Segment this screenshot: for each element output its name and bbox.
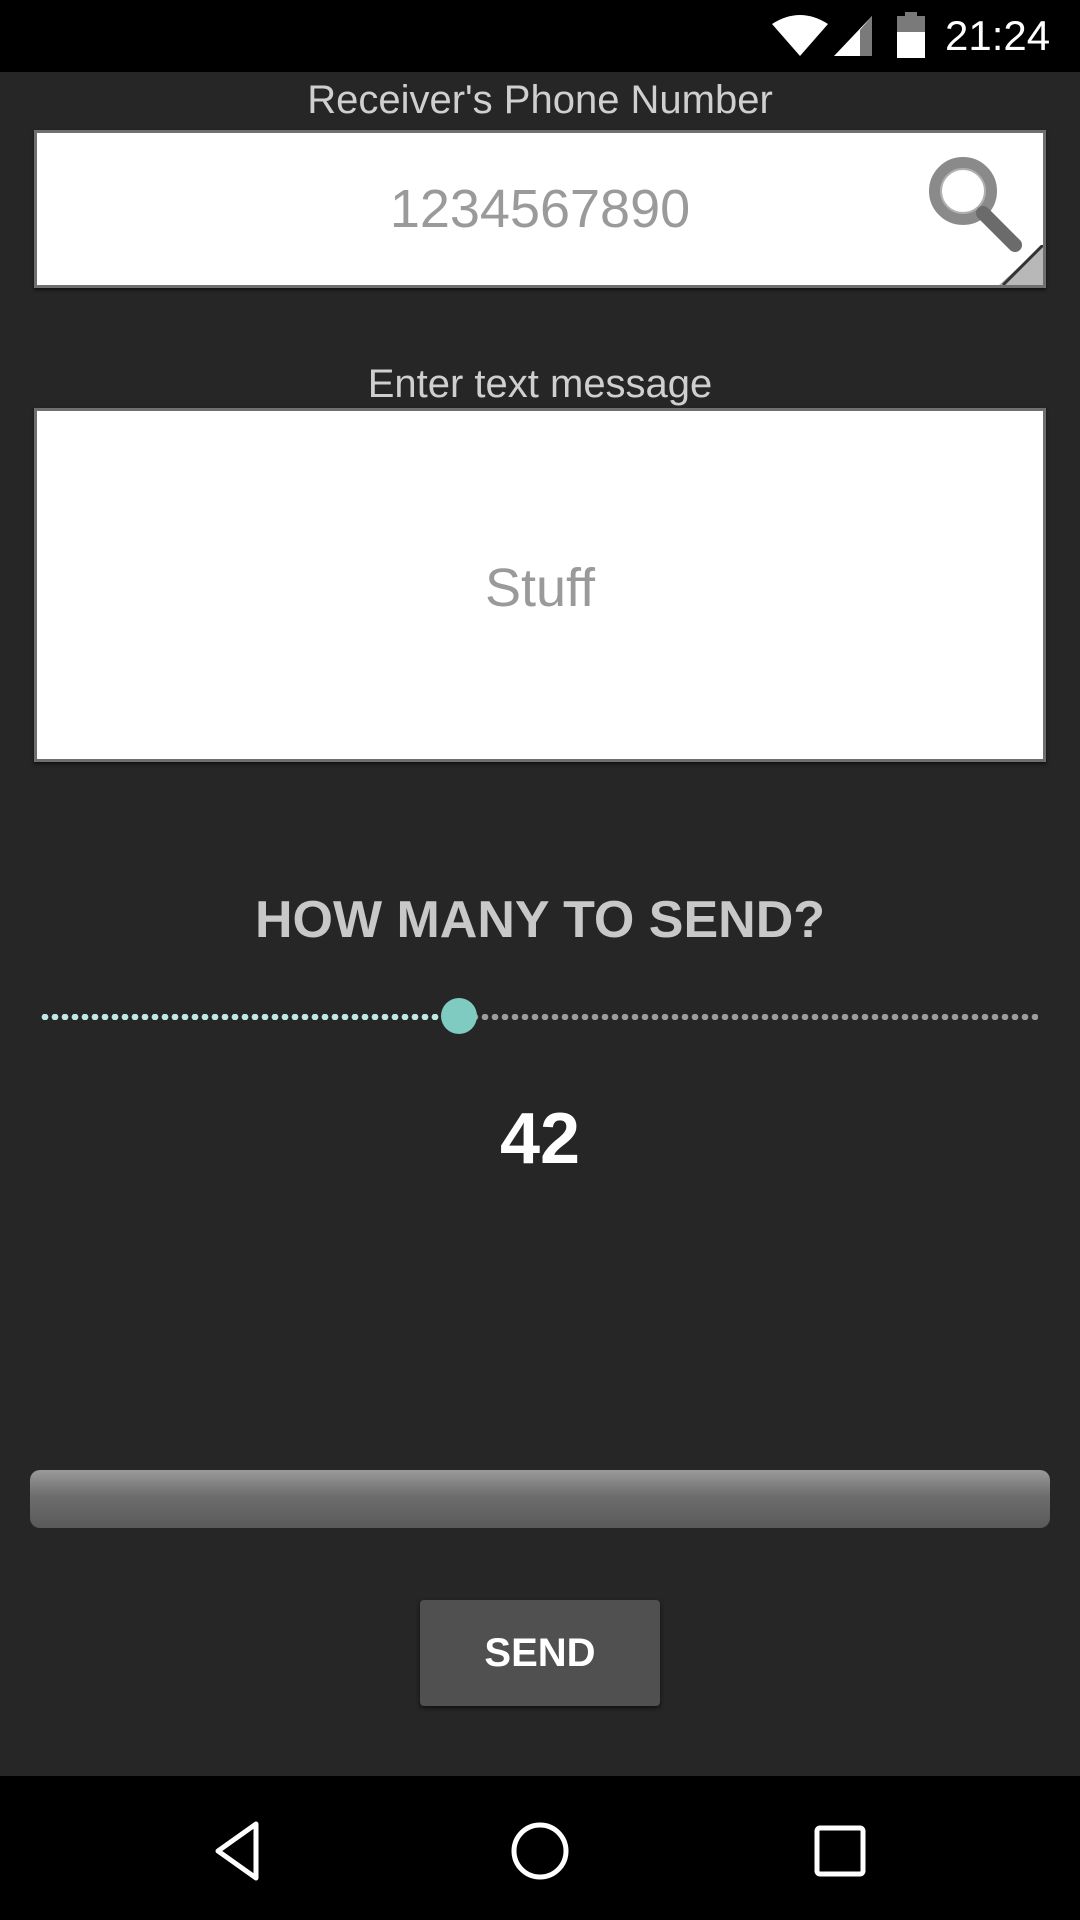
send-progress-bar (30, 1470, 1050, 1528)
screen: 21:24 Receiver's Phone Number Enter text… (0, 0, 1080, 1920)
slider-fill (40, 1014, 460, 1020)
resize-corner-icon (999, 245, 1043, 285)
wifi-icon (772, 15, 828, 56)
send-count-title: HOW MANY TO SEND? (254, 891, 826, 949)
message-input[interactable] (37, 411, 1043, 759)
phone-number-input[interactable] (37, 133, 1043, 285)
cell-signal-icon (834, 16, 872, 56)
home-icon[interactable] (500, 1816, 580, 1886)
battery-icon (897, 12, 925, 58)
send-button[interactable]: SEND (420, 1600, 660, 1706)
navigation-bar (0, 1776, 1080, 1920)
message-label: Enter text message (367, 362, 713, 406)
back-icon[interactable] (200, 1816, 280, 1886)
message-box (34, 408, 1046, 762)
send-count-value: 42 (499, 1099, 581, 1179)
send-count-slider[interactable] (40, 996, 1038, 1036)
slider-thumb[interactable] (441, 998, 478, 1034)
phone-number-box (34, 130, 1046, 288)
recent-apps-icon[interactable] (800, 1816, 880, 1886)
clock: 21:24 (945, 12, 1051, 59)
phone-number-label: Receiver's Phone Number (307, 78, 773, 122)
status-bar: 21:24 (0, 0, 1080, 72)
